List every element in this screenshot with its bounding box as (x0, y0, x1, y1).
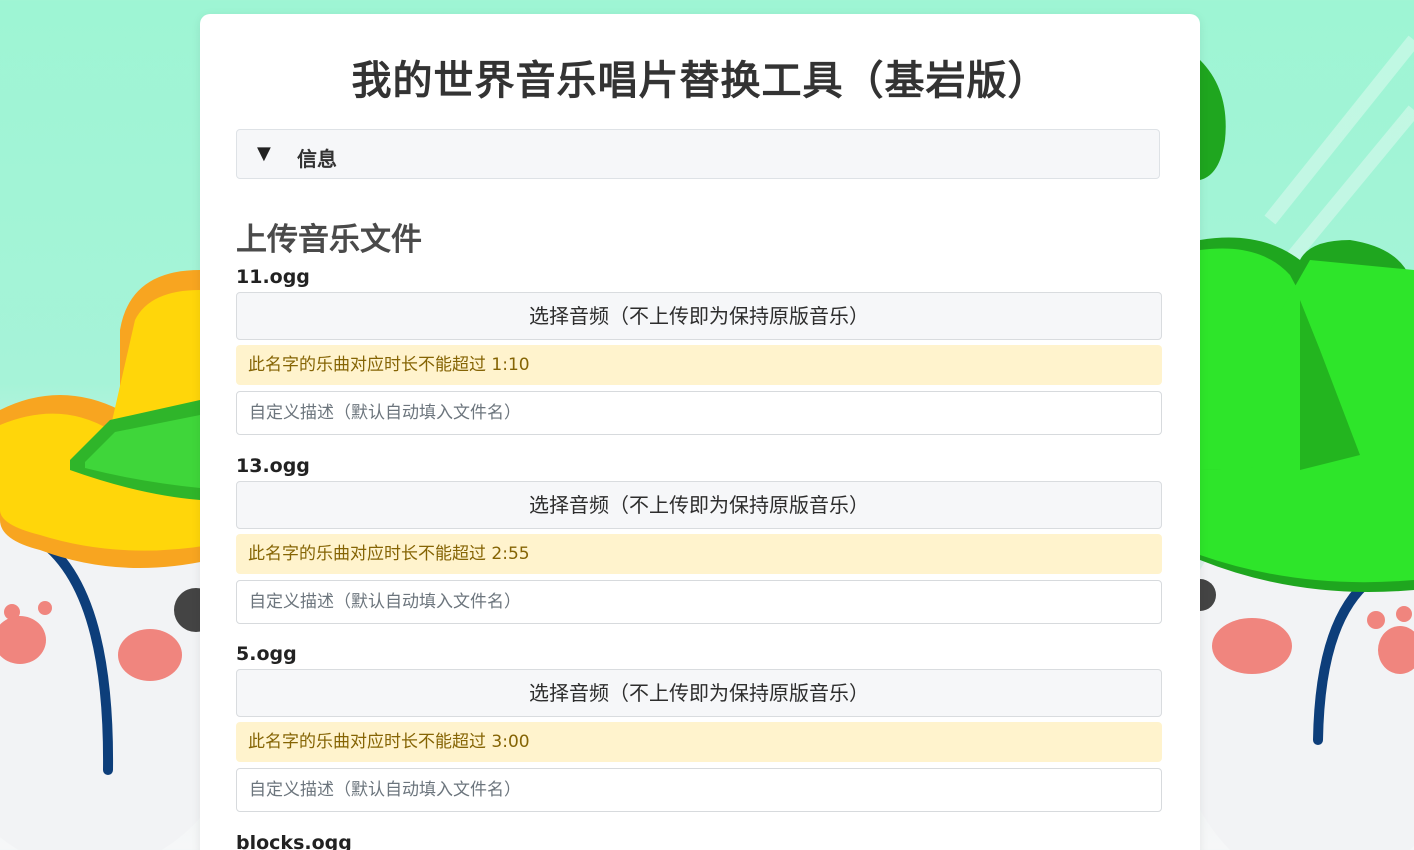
triangle-down-icon: ▼ (257, 143, 271, 164)
description-input[interactable] (236, 391, 1162, 435)
section-heading: 上传音乐文件 (236, 222, 422, 258)
duration-warning: 此名字的乐曲对应时长不能超过 2:55 (236, 534, 1162, 574)
duration-warning: 此名字的乐曲对应时长不能超过 1:10 (236, 345, 1162, 385)
track-filename: 13.ogg (236, 455, 310, 477)
description-input[interactable] (236, 768, 1162, 812)
duration-warning: 此名字的乐曲对应时长不能超过 3:00 (236, 722, 1162, 762)
track-filename: 5.ogg (236, 643, 297, 665)
description-input[interactable] (236, 580, 1162, 624)
choose-audio-button[interactable]: 选择音频（不上传即为保持原版音乐） (236, 669, 1162, 717)
track-filename: blocks.ogg (236, 832, 352, 850)
track-filename: 11.ogg (236, 266, 310, 288)
page-title: 我的世界音乐唱片替换工具（基岩版） (351, 58, 1049, 104)
info-label: 信息 (297, 147, 337, 171)
info-toggle[interactable]: ▼ 信息 (236, 129, 1160, 179)
choose-audio-button[interactable]: 选择音频（不上传即为保持原版音乐） (236, 292, 1162, 340)
choose-audio-button[interactable]: 选择音频（不上传即为保持原版音乐） (236, 481, 1162, 529)
main-card: 我的世界音乐唱片替换工具（基岩版） ▼ 信息 上传音乐文件 11.ogg 选择音… (200, 14, 1200, 850)
